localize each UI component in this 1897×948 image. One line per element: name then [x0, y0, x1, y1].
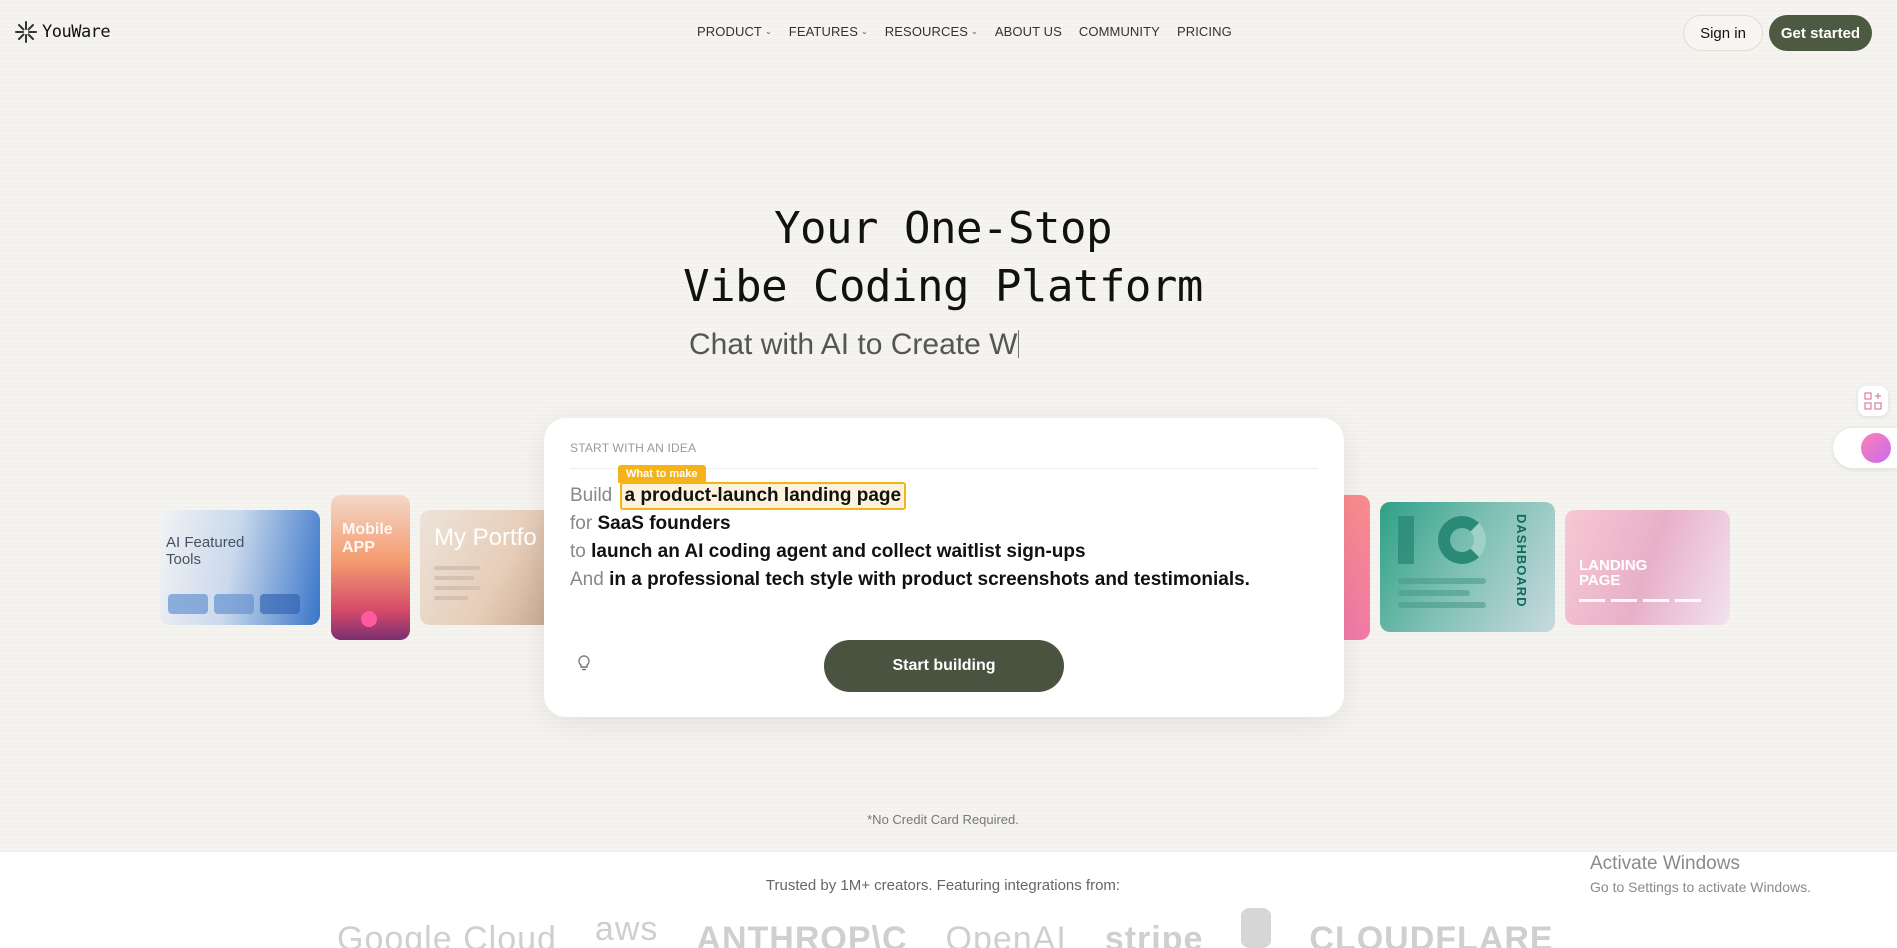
- hero-title-line2: Vibe Coding Platform: [683, 261, 1203, 312]
- start-building-button[interactable]: Start building: [824, 640, 1064, 692]
- windows-activation-watermark: Activate Windows Go to Settings to activ…: [1590, 853, 1811, 895]
- goal-field[interactable]: launch an AI coding agent and collect wa…: [591, 541, 1085, 562]
- idea-prompt-card: START WITH AN IDEA What to make Build a …: [544, 418, 1344, 717]
- card-decoration: [260, 594, 300, 614]
- card-decoration: [1398, 516, 1414, 564]
- apps-grid-icon: [1864, 392, 1882, 410]
- lightbulb-icon[interactable]: [576, 654, 592, 672]
- text-cursor: [1018, 330, 1020, 358]
- card-decoration: [1611, 599, 1637, 602]
- card-title: My Portfo: [434, 524, 537, 551]
- anthropic-logo: ANTHROP\C: [696, 920, 908, 948]
- card-decoration: [1675, 599, 1701, 602]
- no-credit-card-note: *No Credit Card Required.: [867, 812, 1019, 827]
- card-title: LANDING PAGE: [1579, 557, 1648, 589]
- hero-title-line1: Your One-Stop: [774, 203, 1112, 254]
- card-decoration: [1398, 590, 1470, 596]
- section-label: START WITH AN IDEA: [570, 441, 697, 455]
- card-decoration: [1579, 599, 1605, 602]
- aws-logo: aws: [594, 910, 659, 948]
- chevron-down-icon: ⌄: [764, 27, 772, 36]
- nav-item-community[interactable]: COMMUNITY: [1079, 24, 1160, 39]
- audience-field[interactable]: SaaS founders: [597, 513, 730, 534]
- translate-icon: [1861, 433, 1891, 463]
- card-my-portfolio[interactable]: My Portfo: [420, 510, 550, 625]
- card-decoration: [1438, 516, 1486, 564]
- prompt-line-build: Build a product-launch landing page: [570, 482, 907, 510]
- get-started-button[interactable]: Get started: [1769, 15, 1872, 51]
- nav-item-pricing[interactable]: PRICING: [1177, 24, 1232, 39]
- card-partial[interactable]: [1340, 495, 1370, 640]
- stripe-logo: stripe: [1104, 920, 1204, 948]
- style-field[interactable]: in a professional tech style with produc…: [609, 569, 1250, 590]
- card-decoration: [434, 596, 468, 600]
- nav-menu: PRODUCT ⌄ FEATURES ⌄ RESOURCES ⌄ ABOUT US C…: [697, 24, 1249, 39]
- card-decoration: [361, 611, 377, 627]
- card-decoration: [1643, 599, 1669, 602]
- translate-widget-button[interactable]: [1833, 428, 1897, 468]
- brand-logo[interactable]: YouWare: [14, 20, 111, 44]
- card-title: DASHBOARD: [1514, 514, 1529, 608]
- nav-item-label: ABOUT US: [994, 24, 1062, 39]
- brand-name: YouWare: [42, 22, 111, 42]
- prompt-prefix: to: [570, 541, 586, 562]
- top-navigation: YouWare PRODUCT ⌄ FEATURES ⌄ RESOURCES ⌄ AB…: [0, 0, 1897, 64]
- card-decoration: [1398, 578, 1486, 584]
- card-decoration: [168, 594, 208, 614]
- nav-item-label: RESOURCES: [884, 24, 969, 39]
- card-title: Mobile APP: [342, 521, 393, 556]
- prompt-line-and: And in a professional tech style with pr…: [570, 568, 1250, 592]
- card-title: AI Featured Tools: [166, 534, 245, 568]
- card-landing-page[interactable]: LANDING PAGE: [1565, 510, 1730, 625]
- nav-item-label: PRODUCT: [697, 24, 762, 39]
- card-decoration: [434, 566, 480, 570]
- nav-item-label: FEATURES: [788, 24, 858, 39]
- card-decoration: [434, 586, 480, 590]
- card-ai-featured-tools[interactable]: AI Featured Tools: [160, 510, 320, 625]
- nav-item-product[interactable]: PRODUCT ⌄: [697, 24, 772, 39]
- card-mobile-app[interactable]: Mobile APP: [331, 495, 410, 640]
- partner-logos: Google Cloud aws ANTHROP\C OpenAI stripe…: [337, 908, 1592, 948]
- prompt-line-for: for SaaS founders: [570, 512, 731, 536]
- card-decoration: [434, 576, 474, 580]
- prompt-prefix: for: [570, 513, 593, 534]
- prompt-line-to: to launch an AI coding agent and collect…: [570, 540, 1086, 564]
- hero-typing-subtitle: Chat with AI to Create W: [689, 328, 1020, 362]
- watermark-line2: Go to Settings to activate Windows.: [1590, 879, 1811, 895]
- google-cloud-logo: Google Cloud: [337, 920, 557, 948]
- build-what-field[interactable]: a product-launch landing page: [619, 482, 907, 510]
- card-dashboard[interactable]: DASHBOARD: [1380, 502, 1555, 632]
- youware-logo-icon: [15, 21, 37, 43]
- prompt-prefix: Build: [570, 485, 613, 506]
- openai-logo: OpenAI: [945, 920, 1067, 948]
- prompt-prefix: And: [570, 569, 604, 590]
- cloudflare-logo: CLOUDFLARE: [1309, 920, 1554, 948]
- sign-in-button[interactable]: Sign in: [1683, 15, 1763, 51]
- watermark-line1: Activate Windows: [1590, 853, 1740, 874]
- what-to-make-tooltip: What to make: [618, 465, 706, 483]
- nav-item-resources[interactable]: RESOURCES ⌄: [885, 24, 978, 39]
- hero-title: Your One-Stop Vibe Coding Platform: [0, 200, 1886, 316]
- figma-logo-icon: [1241, 908, 1272, 948]
- apps-widget-button[interactable]: [1858, 386, 1888, 416]
- card-decoration: [214, 594, 254, 614]
- nav-item-label: COMMUNITY: [1078, 24, 1160, 39]
- card-decoration: [1398, 602, 1486, 608]
- typing-text: Chat with AI to Create W: [689, 328, 1018, 361]
- nav-item-label: PRICING: [1176, 24, 1232, 39]
- chevron-down-icon: ⌄: [971, 27, 978, 36]
- nav-item-features[interactable]: FEATURES ⌄: [789, 24, 868, 39]
- nav-item-about-us[interactable]: ABOUT US: [995, 24, 1062, 39]
- chevron-down-icon: ⌄: [860, 27, 868, 36]
